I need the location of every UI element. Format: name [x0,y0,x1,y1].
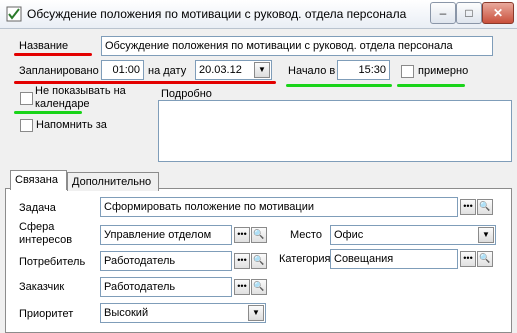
approx-checkbox[interactable] [401,65,414,78]
start-input[interactable]: 15:30 [337,60,390,80]
consumer-input[interactable]: Работодатель [100,251,232,271]
start-underline [286,84,392,87]
nocal-underline [14,111,82,114]
nocal-checkbox[interactable] [20,92,33,105]
window-title: Обсуждение положения по мотивации с руко… [27,7,407,21]
category-more-button[interactable]: ••• [460,251,476,267]
tab-linked[interactable]: Связана [10,170,67,190]
task-input[interactable]: Сформировать положение по мотивации [100,197,458,217]
place-label: Место [290,229,322,241]
customer-more-button[interactable]: ••• [234,279,250,295]
consumer-more-button[interactable]: ••• [234,253,250,269]
app-icon [6,6,22,22]
minimize-button[interactable]: – [430,2,456,24]
remind-checkbox[interactable] [20,119,33,132]
planned-underline [14,81,276,84]
details-label: Подробно [161,88,212,100]
place-dropdown-icon[interactable]: ▼ [478,227,494,243]
customer-input[interactable]: Работодатель [100,277,232,297]
category-search-icon[interactable]: 🔍 [477,251,493,267]
consumer-search-icon[interactable]: 🔍 [251,253,267,269]
task-search-icon[interactable]: 🔍 [477,199,493,215]
sphere-input[interactable]: Управление отделом [100,225,232,245]
customer-label: Заказчик [19,281,65,293]
customer-search-icon[interactable]: 🔍 [251,279,267,295]
approx-underline [397,84,465,87]
category-label: Категория [279,253,331,265]
sphere-label: Сфера интересов [19,221,73,246]
category-input[interactable]: Совещания [330,249,458,269]
place-input[interactable]: Офис [330,225,496,245]
sphere-more-button[interactable]: ••• [234,227,250,243]
maximize-button[interactable]: □ [456,2,482,24]
consumer-label: Потребитель [19,256,86,268]
priority-dropdown-icon[interactable]: ▼ [248,305,264,321]
priority-label: Приоритет [19,308,74,320]
sphere-search-icon[interactable]: 🔍 [251,227,267,243]
task-more-button[interactable]: ••• [460,199,476,215]
tab-additional[interactable]: Дополнительно [67,172,159,191]
date-label: на дату [148,65,187,77]
task-label: Задача [19,202,56,214]
date-dropdown-icon[interactable]: ▼ [254,62,270,78]
priority-input[interactable]: Высокий [100,303,266,323]
planned-label: Запланировано [19,65,99,77]
name-label: Название [19,40,69,52]
details-textarea[interactable] [158,100,512,162]
approx-label: примерно [418,65,469,77]
remind-label: Напомнить за [36,119,107,131]
start-label: Начало в [288,65,336,77]
planned-input[interactable]: 01:00 [101,60,144,80]
close-button[interactable]: ✕ [482,2,514,24]
name-underline [14,53,92,56]
nocal-label: Не показывать на календаре [35,85,126,110]
name-input[interactable]: Обсуждение положения по мотивации с руко… [101,36,493,56]
